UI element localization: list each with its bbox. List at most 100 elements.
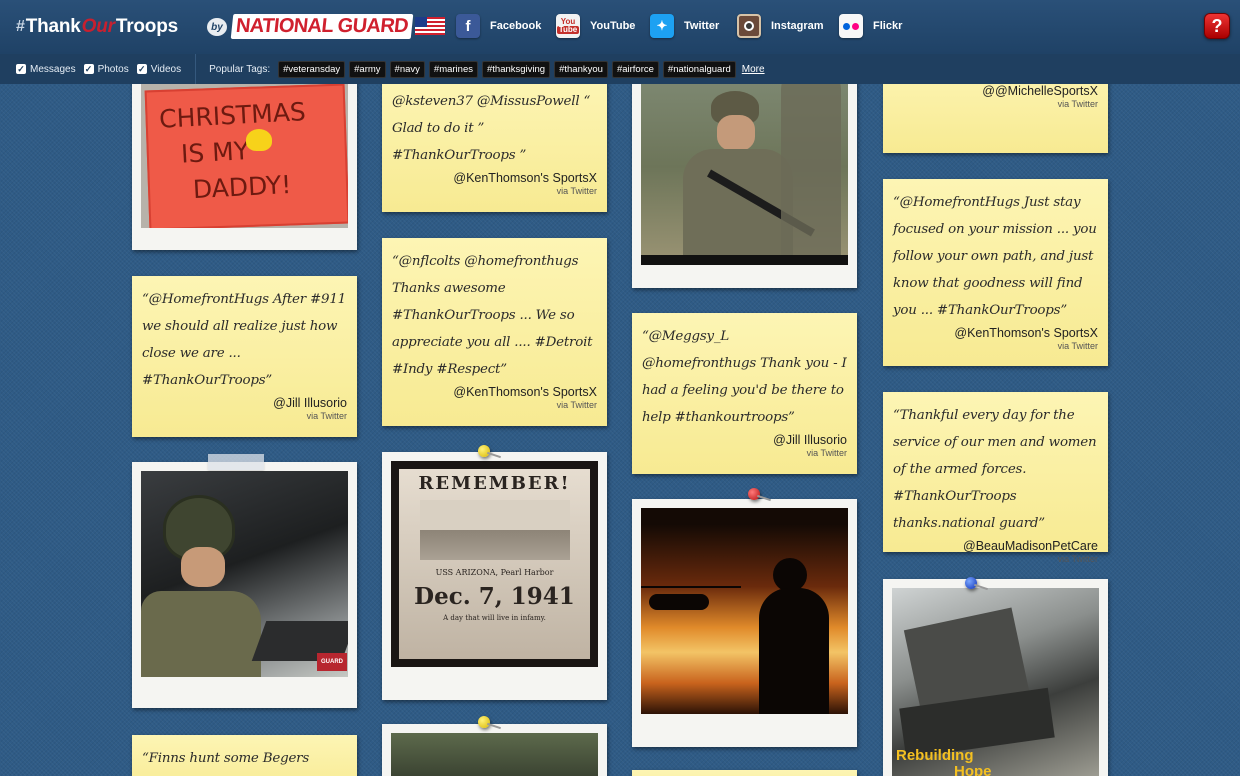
flickr-link[interactable]: Flickr xyxy=(839,13,902,39)
pushpin-icon xyxy=(478,445,490,457)
photo-card[interactable]: CHRISTMAS IS MY DADDY! xyxy=(132,60,357,250)
filter-videos[interactable]: ✓ Videos xyxy=(136,64,181,75)
body-silhouette xyxy=(759,588,829,714)
tag-army[interactable]: #army xyxy=(349,60,386,78)
tag-navy[interactable]: #navy xyxy=(389,60,425,78)
message-card[interactable]: “@nflcolts @homefronthugs Thanks awesome… xyxy=(382,238,607,426)
message-text: “Thankful every day for the service of o… xyxy=(893,408,1097,531)
brand-our: Our xyxy=(81,16,115,37)
photo-card[interactable]: Rebuilding Hope xyxy=(883,579,1108,776)
divider xyxy=(195,54,197,84)
filter-bar: ✓ Messages ✓ Photos ✓ Videos Popular Tag… xyxy=(0,54,1240,84)
message-card[interactable]: “Thankful every day for the service of o… xyxy=(883,392,1108,564)
message-text: @ksteven37 @MissusPowell “ Glad to do it… xyxy=(392,94,591,163)
message-text: “Finns hunt some Begers xyxy=(142,751,310,766)
message-card[interactable] xyxy=(632,770,857,776)
youtube-link[interactable]: You Tube YouTube xyxy=(556,13,635,39)
message-text: “@nflcolts @homefronthugs Thanks awesome… xyxy=(392,254,593,377)
message-card[interactable]: “@Meggsy_L @homefronthugs Thank you - I … xyxy=(632,313,857,474)
national-guard-text: NATIONAL GUARD xyxy=(230,13,414,39)
photo-card[interactable] xyxy=(632,499,857,747)
pushpin-icon xyxy=(748,488,760,500)
top-bar: # Thank Our Troops by NATIONAL GUARD f F… xyxy=(0,0,1240,54)
more-tags-link[interactable]: More xyxy=(742,64,765,75)
message-author[interactable]: @BeauMadisonPetCare xyxy=(893,539,1098,553)
pushpin-icon xyxy=(478,716,490,728)
photo-christmas-sign: CHRISTMAS IS MY DADDY! xyxy=(141,69,348,228)
poster-date: Dec. 7, 1941 xyxy=(414,583,575,610)
message-text: “@Meggsy_L @homefronthugs Thank you - I … xyxy=(642,329,847,425)
face xyxy=(717,115,755,151)
message-author[interactable]: @KenThomson's SportsX xyxy=(893,326,1098,340)
tape xyxy=(208,454,264,470)
facebook-link[interactable]: f Facebook xyxy=(456,13,541,39)
message-author[interactable]: @@MichelleSportsX xyxy=(893,84,1098,98)
photo-caption: Hope xyxy=(954,763,992,776)
photo-remember-poster: REMEMBER! USS ARIZONA, Pearl Harbor Dec.… xyxy=(391,461,598,667)
poster-illustration xyxy=(419,500,570,560)
message-source: via Twitter xyxy=(1057,99,1098,109)
photo-landscape xyxy=(391,733,598,776)
youtube-tube: Tube xyxy=(556,25,580,34)
message-text: “@HomefrontHugs After #911 we should all… xyxy=(142,292,346,388)
twitter-link[interactable]: ✦ Twitter xyxy=(650,13,719,39)
youtube-icon: You Tube xyxy=(556,14,580,38)
message-text: “@HomefrontHugs Just stay focused on you… xyxy=(893,195,1097,318)
photo-card[interactable] xyxy=(632,60,857,288)
message-author[interactable]: @KenThomson's SportsX xyxy=(392,171,597,185)
popular-tags-label: Popular Tags: xyxy=(209,63,271,75)
tag-airforce[interactable]: #airforce xyxy=(611,60,659,78)
instagram-icon xyxy=(737,14,761,38)
facebook-icon: f xyxy=(456,14,480,38)
filter-messages[interactable]: ✓ Messages xyxy=(16,64,76,75)
tag-marines[interactable]: #marines xyxy=(428,60,478,78)
message-card[interactable]: “@HomefrontHugs After #911 we should all… xyxy=(132,276,357,437)
filter-photos[interactable]: ✓ Photos xyxy=(83,63,129,75)
checkbox-icon[interactable]: ✓ xyxy=(136,64,147,74)
tag-veteransday[interactable]: #veteransday xyxy=(278,60,346,78)
youtube-label: YouTube xyxy=(590,20,636,32)
instagram-link[interactable]: Instagram xyxy=(737,13,824,39)
photo-card[interactable]: GUARD xyxy=(132,462,357,708)
rotor xyxy=(641,586,741,588)
brand-logo[interactable]: # Thank Our Troops xyxy=(16,14,178,40)
message-source: via Twitter xyxy=(556,186,597,196)
ribbon-bow xyxy=(246,129,272,151)
poster-place: USS ARIZONA, Pearl Harbor xyxy=(435,568,554,577)
face xyxy=(181,547,225,587)
photo-card[interactable]: REMEMBER! USS ARIZONA, Pearl Harbor Dec.… xyxy=(382,452,607,700)
tag-thankyou[interactable]: #thankyou xyxy=(554,60,608,78)
national-guard-logo[interactable]: NATIONAL GUARD xyxy=(230,12,445,40)
help-button[interactable]: ? xyxy=(1204,13,1230,39)
message-source: via Twitter xyxy=(1057,341,1098,351)
message-card[interactable]: “Finns hunt some Begers xyxy=(132,735,357,776)
guard-badge: GUARD xyxy=(317,653,347,671)
message-card[interactable]: “@HomefrontHugs Just stay focused on you… xyxy=(883,179,1108,366)
brand-thank: Thank xyxy=(25,16,81,37)
poster-title: REMEMBER! xyxy=(418,473,571,494)
message-card[interactable]: @ksteven37 @MissusPowell “ Glad to do it… xyxy=(382,76,607,212)
second-soldier xyxy=(781,69,841,265)
photo-caption: Rebuilding xyxy=(896,747,974,764)
facebook-label: Facebook xyxy=(490,20,542,32)
photo-card[interactable] xyxy=(382,724,607,776)
twitter-label: Twitter xyxy=(684,20,720,32)
helicopter xyxy=(649,594,709,610)
instagram-label: Instagram xyxy=(771,20,824,32)
brand-troops: Troops xyxy=(115,16,178,37)
tag-nationalguard[interactable]: #nationalguard xyxy=(662,60,736,78)
message-author[interactable]: @KenThomson's SportsX xyxy=(392,385,597,399)
photo-border xyxy=(641,255,848,265)
message-author[interactable]: @Jill Illusorio xyxy=(142,396,347,410)
by-badge: by xyxy=(207,18,227,36)
message-source: via Twitter xyxy=(806,448,847,458)
message-author[interactable]: @Jill Illusorio xyxy=(642,433,847,447)
head xyxy=(773,558,807,592)
checkbox-icon[interactable]: ✓ xyxy=(83,64,94,74)
photo-bulldozer: Rebuilding Hope xyxy=(892,588,1099,776)
checkbox-icon[interactable]: ✓ xyxy=(16,64,26,74)
filter-label: Messages xyxy=(30,63,76,75)
message-source: via Twitter xyxy=(556,400,597,410)
tag-thanksgiving[interactable]: #thanksgiving xyxy=(481,60,551,78)
filter-label: Photos xyxy=(97,63,129,75)
